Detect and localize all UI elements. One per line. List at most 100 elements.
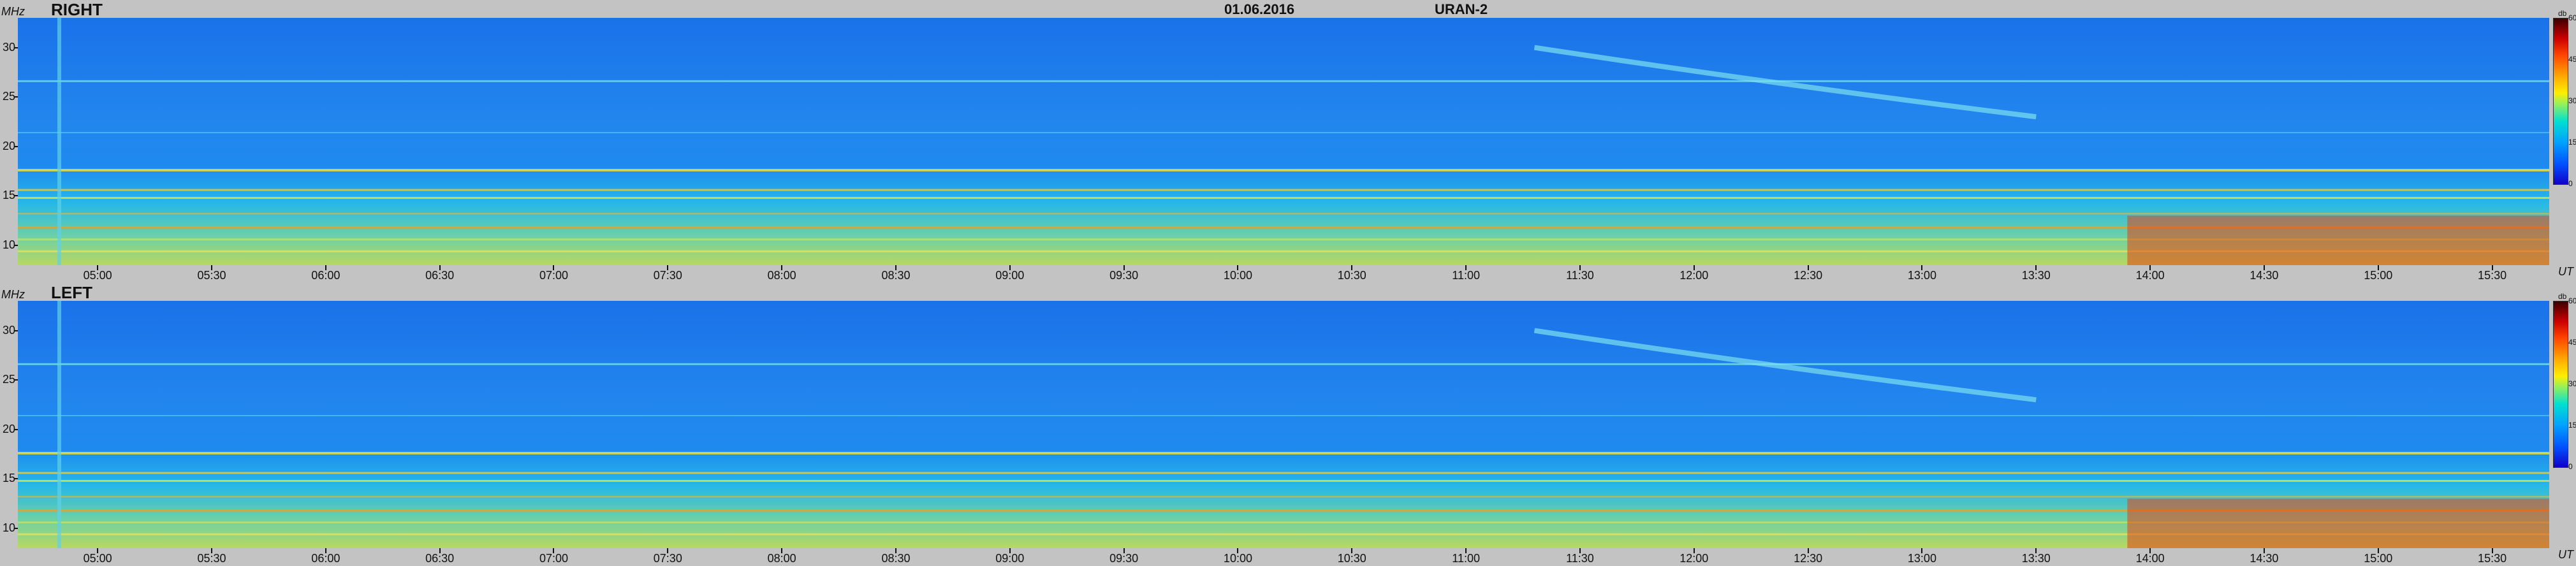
colorbar-tick-label: 45 [2568, 55, 2576, 64]
x-tick-label: 15:30 [2478, 269, 2507, 282]
x-tick-label: 08:00 [767, 269, 796, 282]
y-tick-mark [14, 379, 18, 381]
colorbar [2553, 18, 2568, 185]
spectrogram-overlay [18, 301, 2549, 548]
colorbar-unit: db [2558, 292, 2567, 301]
y-tick-label: 10 [2, 521, 15, 534]
y-tick-label: 30 [2, 323, 15, 337]
x-tick-label: 12:30 [1794, 552, 1823, 565]
y-axis-label: MHz [1, 288, 25, 301]
x-tick-label: 09:30 [1109, 552, 1139, 565]
x-tick-label: 13:00 [1907, 552, 1936, 565]
x-tick-label: 11:30 [1566, 552, 1594, 565]
y-tick-mark [14, 47, 18, 48]
x-tick-label: 14:30 [2250, 269, 2279, 282]
y-tick-label: 25 [2, 373, 15, 386]
x-tick-label: 15:00 [2364, 552, 2393, 565]
vertical-artifact [57, 301, 61, 548]
x-tick-label: 14:00 [2135, 269, 2165, 282]
x-tick-label: 08:30 [881, 269, 911, 282]
x-axis-label: UT [2558, 548, 2573, 561]
high-intensity-region [2127, 215, 2549, 265]
spectral-band [18, 132, 2549, 134]
y-tick-mark [14, 478, 18, 480]
y-tick-label: 15 [2, 189, 15, 202]
colorbar-tick-label: 0 [2568, 462, 2573, 471]
panel-title: RIGHT [51, 0, 103, 19]
y-tick-mark [14, 428, 18, 430]
x-tick-label: 07:00 [539, 269, 569, 282]
x-tick-label: 12:00 [1680, 552, 1709, 565]
x-tick-label: 09:00 [995, 269, 1025, 282]
x-tick-label: 15:30 [2478, 552, 2507, 565]
spectral-band [18, 80, 2549, 82]
spectrogram-plot [18, 18, 2549, 265]
drifting-feature [1533, 328, 2037, 403]
vertical-artifact [57, 18, 61, 265]
y-tick-label: 10 [2, 238, 15, 251]
spectral-band [18, 189, 2549, 191]
spectral-band [18, 169, 2549, 172]
x-tick-label: 12:00 [1680, 269, 1709, 282]
colorbar [2553, 301, 2568, 468]
y-axis-label: MHz [1, 5, 25, 18]
panel-title: LEFT [51, 283, 92, 302]
x-tick-label: 13:30 [2021, 269, 2051, 282]
y-tick-label: 25 [2, 90, 15, 103]
spectrogram-panel-right: RIGHT MHz db UT 30 25 20 15 10 05:00 05:30 06:0… [0, 0, 2576, 283]
colorbar-unit: db [2558, 9, 2567, 18]
spectral-band [18, 479, 2549, 482]
colorbar-tick-label: 60 [2568, 13, 2576, 22]
x-tick-label: 11:00 [1452, 269, 1480, 282]
x-tick-label: 05:30 [197, 552, 226, 565]
x-tick-label: 05:00 [83, 552, 112, 565]
spectrogram-plot [18, 301, 2549, 548]
colorbar-tick-label: 15 [2568, 421, 2576, 430]
spectral-band [18, 472, 2549, 474]
high-intensity-region [2127, 498, 2549, 548]
x-tick-label: 15:00 [2364, 269, 2393, 282]
x-tick-label: 14:30 [2250, 552, 2279, 565]
spectrogram-overlay [18, 18, 2549, 265]
spectral-band [18, 363, 2549, 365]
x-tick-label: 11:00 [1452, 552, 1480, 565]
colorbar-tick-label: 0 [2568, 179, 2573, 188]
x-tick-label: 05:30 [197, 269, 226, 282]
y-tick-label: 20 [2, 422, 15, 435]
x-tick-label: 08:30 [881, 552, 911, 565]
x-tick-label: 11:30 [1566, 269, 1594, 282]
y-tick-mark [14, 195, 18, 197]
y-tick-label: 15 [2, 472, 15, 485]
colorbar-tick-label: 60 [2568, 296, 2576, 305]
x-tick-label: 10:30 [1337, 552, 1366, 565]
x-tick-label: 06:30 [425, 269, 455, 282]
spectral-band [18, 415, 2549, 417]
x-tick-label: 13:30 [2021, 552, 2051, 565]
x-tick-label: 10:30 [1337, 269, 1366, 282]
x-tick-label: 06:30 [425, 552, 455, 565]
x-tick-label: 10:00 [1223, 552, 1252, 565]
colorbar-tick-label: 30 [2568, 96, 2576, 105]
spectral-band [18, 196, 2549, 199]
y-tick-mark [14, 330, 18, 331]
x-tick-label: 06:00 [311, 552, 340, 565]
y-tick-mark [14, 96, 18, 98]
x-tick-label: 07:00 [539, 552, 569, 565]
y-tick-label: 30 [2, 40, 15, 54]
x-tick-label: 07:30 [653, 269, 682, 282]
x-tick-label: 07:30 [653, 552, 682, 565]
x-axis-label: UT [2558, 265, 2573, 278]
y-tick-mark [14, 527, 18, 529]
colorbar-tick-label: 30 [2568, 379, 2576, 388]
x-tick-label: 06:00 [311, 269, 340, 282]
x-tick-label: 13:00 [1907, 269, 1936, 282]
colorbar-tick-label: 15 [2568, 138, 2576, 147]
x-tick-label: 08:00 [767, 552, 796, 565]
x-tick-label: 14:00 [2135, 552, 2165, 565]
colorbar-tick-label: 45 [2568, 338, 2576, 347]
x-tick-label: 10:00 [1223, 269, 1252, 282]
spectral-band [18, 496, 2549, 498]
x-tick-label: 12:30 [1794, 269, 1823, 282]
x-tick-label: 09:00 [995, 552, 1025, 565]
y-tick-label: 20 [2, 139, 15, 152]
